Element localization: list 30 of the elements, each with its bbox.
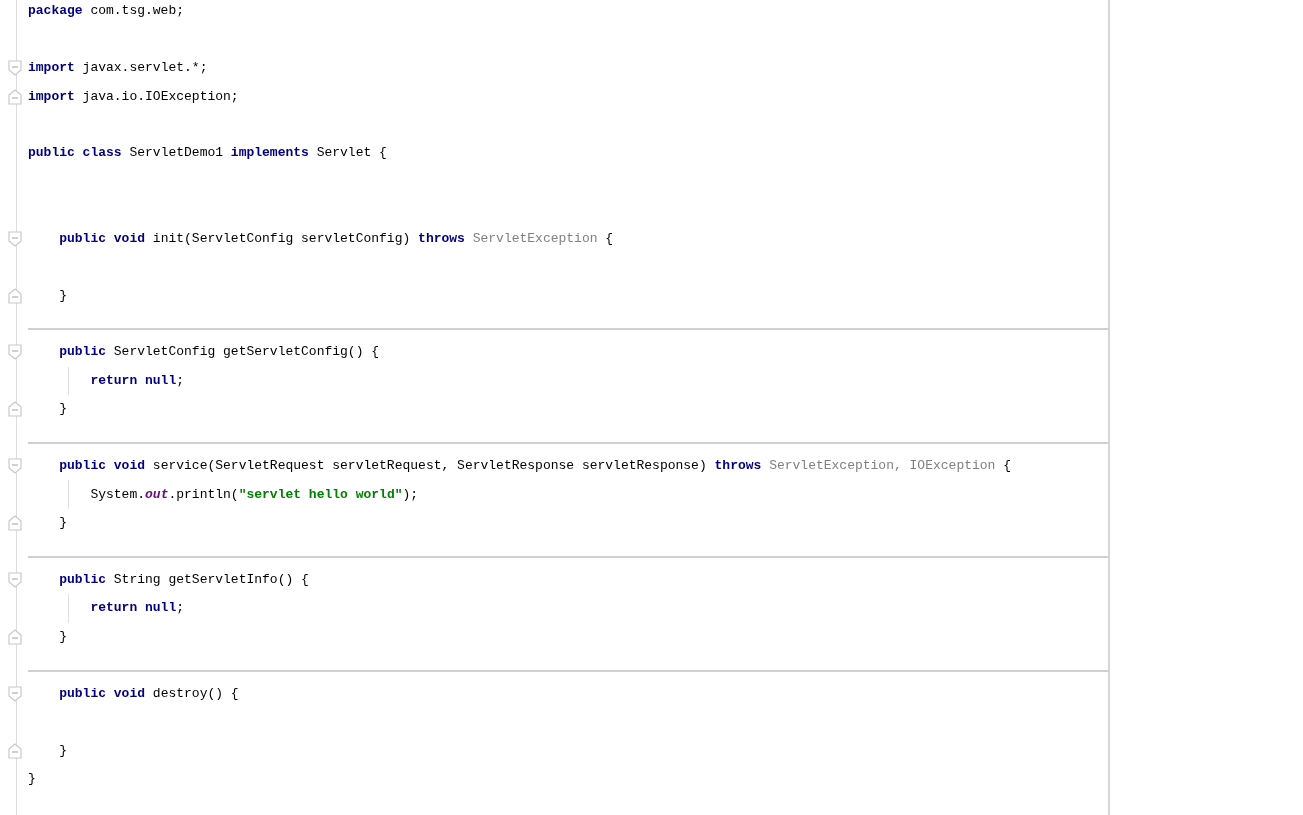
fold-marker-icon[interactable] <box>8 458 22 475</box>
code-line: public class ServletDemo1 implements Servlet { <box>28 144 387 163</box>
fold-marker-icon[interactable] <box>8 230 22 247</box>
fold-marker-icon[interactable] <box>8 571 22 588</box>
code-line: } <box>28 770 36 789</box>
code-line: } <box>58 286 67 305</box>
code-line: } <box>58 627 67 646</box>
code-line: public ServletConfig getServletConfig() { <box>58 343 380 362</box>
fold-marker-icon[interactable] <box>8 742 22 759</box>
code-line: } <box>58 741 67 760</box>
code-line: public String getServletInfo() { <box>58 570 309 589</box>
fold-marker-icon[interactable] <box>8 60 22 77</box>
code-line: public void service(ServletRequest servletRequest, ServletResponse servletResponse) throws ServletException, IOException { <box>58 457 1011 476</box>
fold-marker-icon[interactable] <box>8 515 22 532</box>
code-line: public void destroy() { <box>58 684 239 703</box>
code-line: import javax.servlet.*; <box>28 59 208 78</box>
code-line: import java.io.IOException; <box>28 87 239 106</box>
code-line: return null; <box>89 599 185 618</box>
code-line: return null; <box>89 371 185 390</box>
code-line: package com.tsg.web; <box>28 2 185 21</box>
fold-marker-icon[interactable] <box>8 287 22 304</box>
fold-marker-icon[interactable] <box>8 344 22 361</box>
fold-marker-icon[interactable] <box>8 685 22 702</box>
code-line: } <box>58 400 67 419</box>
fold-marker-icon[interactable] <box>8 88 22 105</box>
code-line: } <box>58 514 67 533</box>
code-line: public void init(ServletConfig servletConfig) throws ServletException { <box>58 229 614 248</box>
fold-marker-icon[interactable] <box>8 628 22 645</box>
code-line: System.out.println("servlet hello world"); <box>89 485 419 504</box>
fold-marker-icon[interactable] <box>8 401 22 418</box>
